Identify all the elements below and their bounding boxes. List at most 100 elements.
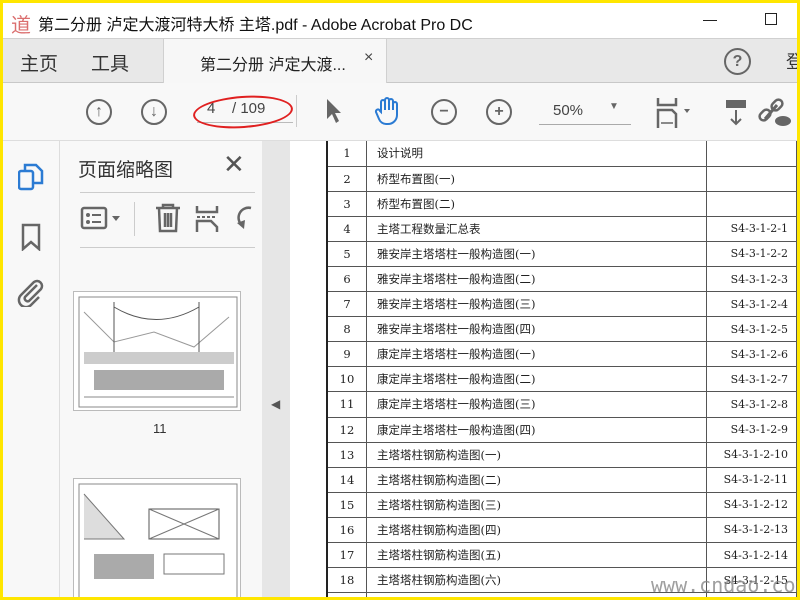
table-row: 15 主塔塔柱钢筋构造图(三) S4-3-1-2-12 [326,492,797,518]
drawing-code: S4-3-1-2-11 [706,467,797,493]
zoom-out-icon[interactable]: − [431,99,457,125]
drawing-code: S4-3-1-2-4 [706,291,797,318]
left-tool-rail [3,141,60,597]
row-number: 13 [326,442,367,468]
table-row: 3 桥型布置图(二) [326,191,797,217]
row-number: 6 [326,266,367,293]
page-fit-icon[interactable] [655,97,695,129]
drawing-title: 主塔塔柱钢筋构造图(二) [365,467,708,493]
drawing-title: 康定岸主塔塔柱一般构造图(二) [365,366,708,393]
drawing-title: 桥型布置图(一) [365,166,708,192]
page-thumbnails-icon[interactable] [18,163,44,193]
drawing-code: S4-3-1-2-14 [706,542,797,569]
zoom-level-dropdown[interactable]: 50% ▼ [539,95,631,125]
tab-document-label: 第二分册 泸定大渡... [200,57,346,74]
next-page-icon[interactable]: ↓ [141,99,167,125]
close-panel-icon[interactable]: ✕ [223,149,245,180]
panel-splitter[interactable]: ◀ [262,141,290,597]
table-row: 11 康定岸主塔塔柱一般构造图(三) S4-3-1-2-8 [326,391,797,418]
row-number: 5 [326,241,367,267]
minimize-button[interactable] [703,20,717,21]
tab-document[interactable]: 第二分册 泸定大渡... × [163,39,387,83]
page-thumbnail[interactable] [73,291,241,411]
tab-tools[interactable]: 工具 [91,49,129,76]
drawing-title: 主塔塔柱钢筋构造图(三) [365,492,708,518]
drawing-code: S4-3-1-2-6 [706,341,797,368]
insert-page-icon[interactable] [195,205,219,233]
row-number: 14 [326,467,367,493]
tab-bar: 主页 工具 第二分册 泸定大渡... × ? 登 [3,38,797,83]
drawing-code [706,191,797,217]
drawing-title: 康定岸主塔塔柱一般构造图(三) [365,391,708,418]
thumbnail-drawing [78,483,238,597]
drawing-title: 康定岸主塔塔柱一般构造图(四) [365,417,708,443]
thumbnail-drawing [78,296,238,408]
rotate-page-icon[interactable] [235,205,255,233]
thumbnail-page-label: 11 [153,421,167,436]
drawing-code: S4-3-1-2-2 [706,241,797,267]
title-bar: 道 第二分册 泸定大渡河特大桥 主塔.pdf - Adobe Acrobat P… [3,3,797,38]
bookmark-icon[interactable] [21,223,41,251]
drawing-code: S4-3-1-2-5 [706,316,797,343]
hand-tool-icon[interactable] [373,96,403,126]
row-number: 16 [326,517,367,544]
share-link-cloud-icon[interactable] [757,97,793,127]
close-tab-icon[interactable]: × [364,49,373,67]
table-row: 10 康定岸主塔塔柱一般构造图(二) S4-3-1-2-7 [326,366,797,393]
drawing-title: 主塔工程数量汇总表 [365,216,708,242]
delete-page-icon[interactable] [154,203,182,233]
table-row: 12 康定岸主塔塔柱一般构造图(四) S4-3-1-2-9 [326,417,797,443]
drawing-title: 雅安岸主塔塔柱一般构造图(三) [365,291,708,318]
divider [134,202,135,236]
row-number: 7 [326,291,367,318]
row-number: 15 [326,492,367,518]
page-thumbnail[interactable] [73,478,241,597]
drawing-code [706,141,797,167]
thumbnail-options-icon[interactable] [80,205,124,231]
drawing-code: S4-3-1-2-1 [706,216,797,242]
table-row: 6 雅安岸主塔塔柱一般构造图(二) S4-3-1-2-3 [326,266,797,293]
table-row: 1 设计说明 [326,141,797,167]
sign-in-button[interactable]: 登 [786,48,797,74]
table-row: 16 主塔塔柱钢筋构造图(四) S4-3-1-2-13 [326,517,797,544]
drawing-title: 主塔塔柱钢筋构造图(五) [365,542,708,569]
drawing-code: S4-3-1-2-9 [706,417,797,443]
drawing-title: 康定岸主塔塔柱一般构造图(一) [365,341,708,368]
drawing-code: S4-3-1-2-7 [706,366,797,393]
drawing-title: 雅安岸主塔塔柱一般构造图(四) [365,316,708,343]
table-row: 9 康定岸主塔塔柱一般构造图(一) S4-3-1-2-6 [326,341,797,368]
zoom-in-icon[interactable]: + [486,99,512,125]
drawing-title: 雅安岸主塔塔柱一般构造图(二) [365,266,708,293]
scroll-mode-icon[interactable] [725,99,749,127]
toolbar: ↑ ↓ 4 / 109 − + 50% ▼ [3,83,797,141]
document-view[interactable]: 1 设计说明 2 桥型布置图(一) 3 桥型布置图(二) 4 主塔工程数量汇总表 S4-3-1-… [290,141,797,597]
drawing-title: 雅安岸主塔塔柱一般构造图(一) [365,241,708,267]
divider [80,192,255,193]
drawing-code: S4-3-1-2-13 [706,517,797,544]
row-number: 9 [326,341,367,368]
drawing-title: 主塔塔柱钢筋构造图(一) [365,442,708,468]
divider [296,95,297,127]
drawing-code: S4-3-1-2-3 [706,266,797,293]
row-number: 11 [326,391,367,418]
table-row: 17 主塔塔柱钢筋构造图(五) S4-3-1-2-14 [326,542,797,569]
help-icon[interactable]: ? [724,48,751,75]
maximize-button[interactable] [765,13,777,25]
row-number: 8 [326,316,367,343]
table-row: 2 桥型布置图(一) [326,166,797,192]
row-number: 18 [326,567,367,594]
drawing-index-table: 1 设计说明 2 桥型布置图(一) 3 桥型布置图(二) 4 主塔工程数量汇总表 S4-3-1-… [326,141,797,597]
divider [80,247,255,248]
table-row: 8 雅安岸主塔塔柱一般构造图(四) S4-3-1-2-5 [326,316,797,343]
drawing-title: 设计说明 [365,141,708,167]
drawing-code [706,166,797,192]
select-arrow-icon[interactable] [325,98,343,124]
tab-home[interactable]: 主页 [20,49,58,76]
row-number: 17 [326,542,367,569]
previous-page-icon[interactable]: ↑ [86,99,112,125]
attachment-icon[interactable] [17,279,45,307]
table-row: 4 主塔工程数量汇总表 S4-3-1-2-1 [326,216,797,242]
row-number: 12 [326,417,367,443]
drawing-title: 主塔塔柱钢筋构造图(四) [365,517,708,544]
collapse-panel-icon[interactable]: ◀ [271,397,280,411]
